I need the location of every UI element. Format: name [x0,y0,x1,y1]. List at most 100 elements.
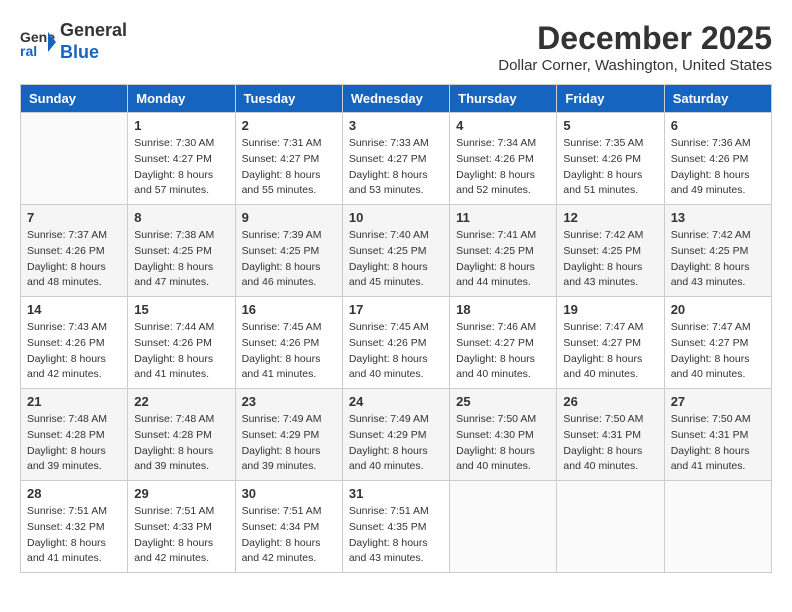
day-number: 4 [456,118,550,133]
day-info: Sunrise: 7:51 AMSunset: 4:35 PMDaylight:… [349,504,443,567]
day-number: 5 [563,118,657,133]
day-info: Sunrise: 7:51 AMSunset: 4:33 PMDaylight:… [134,504,228,567]
day-info: Sunrise: 7:46 AMSunset: 4:27 PMDaylight:… [456,320,550,383]
calendar-cell: 17Sunrise: 7:45 AMSunset: 4:26 PMDayligh… [342,297,449,389]
day-number: 30 [242,486,336,501]
calendar-cell: 26Sunrise: 7:50 AMSunset: 4:31 PMDayligh… [557,389,664,481]
day-number: 21 [27,394,121,409]
calendar-cell: 15Sunrise: 7:44 AMSunset: 4:26 PMDayligh… [128,297,235,389]
day-info: Sunrise: 7:47 AMSunset: 4:27 PMDaylight:… [563,320,657,383]
logo-line1: General [60,20,127,42]
weekday-header: Monday [128,85,235,113]
day-number: 19 [563,302,657,317]
day-number: 24 [349,394,443,409]
day-info: Sunrise: 7:51 AMSunset: 4:32 PMDaylight:… [27,504,121,567]
calendar-table: SundayMondayTuesdayWednesdayThursdayFrid… [20,84,772,573]
day-number: 11 [456,210,550,225]
calendar-cell: 28 Sunrise: 7:51 AMSunset: 4:32 PMDayligh… [21,481,128,573]
day-info: Sunrise: 7:51 AMSunset: 4:34 PMDaylight:… [242,504,336,567]
day-number: 3 [349,118,443,133]
calendar-cell: 5 Sunrise: 7:35 AMSunset: 4:26 PMDaylight… [557,113,664,205]
calendar-cell: 11 Sunrise: 7:41 AMSunset: 4:25 PMDayligh… [450,205,557,297]
day-info: Sunrise: 7:39 AMSunset: 4:25 PMDaylight:… [242,228,336,291]
day-number: 6 [671,118,765,133]
day-number: 29 [134,486,228,501]
calendar-cell [664,481,771,573]
day-number: 27 [671,394,765,409]
day-info: Sunrise: 7:42 AMSunset: 4:25 PMDaylight:… [563,228,657,291]
calendar-cell: 24 Sunrise: 7:49 AMSunset: 4:29 PMDayligh… [342,389,449,481]
day-number: 20 [671,302,765,317]
calendar-header-row: SundayMondayTuesdayWednesdayThursdayFrid… [21,85,772,113]
day-info: Sunrise: 7:34 AMSunset: 4:26 PMDaylight:… [456,136,550,199]
calendar-cell: 31Sunrise: 7:51 AMSunset: 4:35 PMDayligh… [342,481,449,573]
calendar-cell: 12 Sunrise: 7:42 AMSunset: 4:25 PMDayligh… [557,205,664,297]
day-info: Sunrise: 7:50 AMSunset: 4:31 PMDaylight:… [671,412,765,475]
day-number: 16 [242,302,336,317]
weekday-header: Sunday [21,85,128,113]
day-info: Sunrise: 7:49 AMSunset: 4:29 PMDaylight:… [242,412,336,475]
calendar-cell: 4 Sunrise: 7:34 AMSunset: 4:26 PMDaylight… [450,113,557,205]
day-info: Sunrise: 7:41 AMSunset: 4:25 PMDaylight:… [456,228,550,291]
day-info: Sunrise: 7:38 AMSunset: 4:25 PMDaylight:… [134,228,228,291]
day-info: Sunrise: 7:33 AMSunset: 4:27 PMDaylight:… [349,136,443,199]
calendar-week-row: 14Sunrise: 7:43 AMSunset: 4:26 PMDayligh… [21,297,772,389]
calendar-cell: 18 Sunrise: 7:46 AMSunset: 4:27 PMDayligh… [450,297,557,389]
day-number: 1 [134,118,228,133]
day-info: Sunrise: 7:45 AMSunset: 4:26 PMDaylight:… [242,320,336,383]
day-info: Sunrise: 7:30 AMSunset: 4:27 PMDaylight:… [134,136,228,199]
calendar-cell: 14Sunrise: 7:43 AMSunset: 4:26 PMDayligh… [21,297,128,389]
day-number: 10 [349,210,443,225]
day-info: Sunrise: 7:37 AMSunset: 4:26 PMDaylight:… [27,228,121,291]
calendar-week-row: 28 Sunrise: 7:51 AMSunset: 4:32 PMDayligh… [21,481,772,573]
day-info: Sunrise: 7:47 AMSunset: 4:27 PMDaylight:… [671,320,765,383]
day-info: Sunrise: 7:48 AMSunset: 4:28 PMDaylight:… [27,412,121,475]
day-info: Sunrise: 7:50 AMSunset: 4:31 PMDaylight:… [563,412,657,475]
calendar-cell: 2Sunrise: 7:31 AMSunset: 4:27 PMDaylight… [235,113,342,205]
calendar-cell: 27 Sunrise: 7:50 AMSunset: 4:31 PMDayligh… [664,389,771,481]
calendar-cell: 21 Sunrise: 7:48 AMSunset: 4:28 PMDayligh… [21,389,128,481]
calendar-cell: 9 Sunrise: 7:39 AMSunset: 4:25 PMDaylight… [235,205,342,297]
calendar-cell [21,113,128,205]
calendar-cell: 6Sunrise: 7:36 AMSunset: 4:26 PMDaylight… [664,113,771,205]
calendar-title: December 2025 [498,20,772,57]
calendar-cell: 3 Sunrise: 7:33 AMSunset: 4:27 PMDaylight… [342,113,449,205]
day-number: 25 [456,394,550,409]
day-info: Sunrise: 7:49 AMSunset: 4:29 PMDaylight:… [349,412,443,475]
calendar-week-row: 1 Sunrise: 7:30 AMSunset: 4:27 PMDaylight… [21,113,772,205]
day-number: 13 [671,210,765,225]
weekday-header: Saturday [664,85,771,113]
day-info: Sunrise: 7:35 AMSunset: 4:26 PMDaylight:… [563,136,657,199]
day-info: Sunrise: 7:45 AMSunset: 4:26 PMDaylight:… [349,320,443,383]
day-number: 12 [563,210,657,225]
calendar-cell: 7 Sunrise: 7:37 AMSunset: 4:26 PMDaylight… [21,205,128,297]
weekday-header: Wednesday [342,85,449,113]
calendar-week-row: 7 Sunrise: 7:37 AMSunset: 4:26 PMDaylight… [21,205,772,297]
day-number: 15 [134,302,228,317]
day-info: Sunrise: 7:50 AMSunset: 4:30 PMDaylight:… [456,412,550,475]
day-number: 23 [242,394,336,409]
weekday-header: Friday [557,85,664,113]
calendar-cell [450,481,557,573]
weekday-header: Tuesday [235,85,342,113]
title-section: December 2025 Dollar Corner, Washington,… [498,20,772,74]
calendar-cell: 8 Sunrise: 7:38 AMSunset: 4:25 PMDaylight… [128,205,235,297]
day-number: 9 [242,210,336,225]
day-number: 28 [27,486,121,501]
logo-icon: Gene ral [20,24,56,60]
logo-line2: Blue [60,42,127,64]
logo: Gene ral General Blue [20,20,127,63]
calendar-cell: 29 Sunrise: 7:51 AMSunset: 4:33 PMDayligh… [128,481,235,573]
svg-text:ral: ral [20,43,37,59]
day-number: 7 [27,210,121,225]
page-header: Gene ral General Blue December 2025 Doll… [20,20,772,74]
calendar-cell: 13Sunrise: 7:42 AMSunset: 4:25 PMDayligh… [664,205,771,297]
day-number: 22 [134,394,228,409]
calendar-cell: 16 Sunrise: 7:45 AMSunset: 4:26 PMDayligh… [235,297,342,389]
day-number: 8 [134,210,228,225]
calendar-cell: 23 Sunrise: 7:49 AMSunset: 4:29 PMDayligh… [235,389,342,481]
weekday-header: Thursday [450,85,557,113]
day-number: 18 [456,302,550,317]
calendar-cell: 22Sunrise: 7:48 AMSunset: 4:28 PMDayligh… [128,389,235,481]
calendar-cell: 10Sunrise: 7:40 AMSunset: 4:25 PMDayligh… [342,205,449,297]
